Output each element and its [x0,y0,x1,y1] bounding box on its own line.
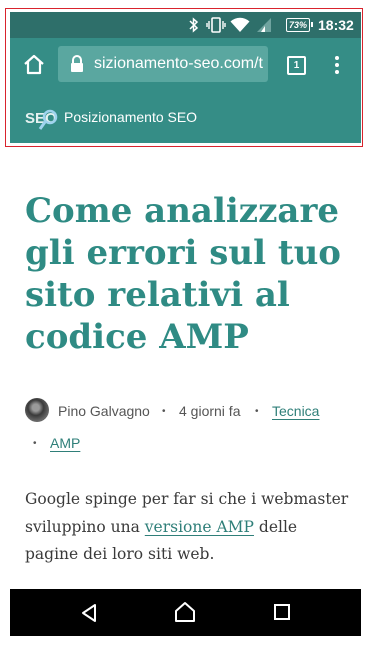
meta-separator: • [33,438,37,449]
article-intro: Google spinge per far si che i webmaster… [25,486,355,569]
meta-separator: • [162,406,166,417]
meta-separator: • [255,406,259,417]
category-link-amp[interactable]: AMP [50,435,80,451]
author-name[interactable]: Pino Galvagno [58,403,150,419]
version-amp-link[interactable]: versione AMP [145,518,254,536]
author-avatar [25,398,49,422]
recents-icon[interactable] [274,604,290,625]
system-nav-bar [10,589,361,636]
post-date: 4 giorni fa [179,403,241,419]
home-icon[interactable] [174,601,196,628]
category-link-tecnica[interactable]: Tecnica [272,403,319,419]
back-icon[interactable] [80,603,98,628]
article-title: Come analizzare gli errori sul tuo sito … [25,191,341,357]
annotation-frame [5,8,363,147]
